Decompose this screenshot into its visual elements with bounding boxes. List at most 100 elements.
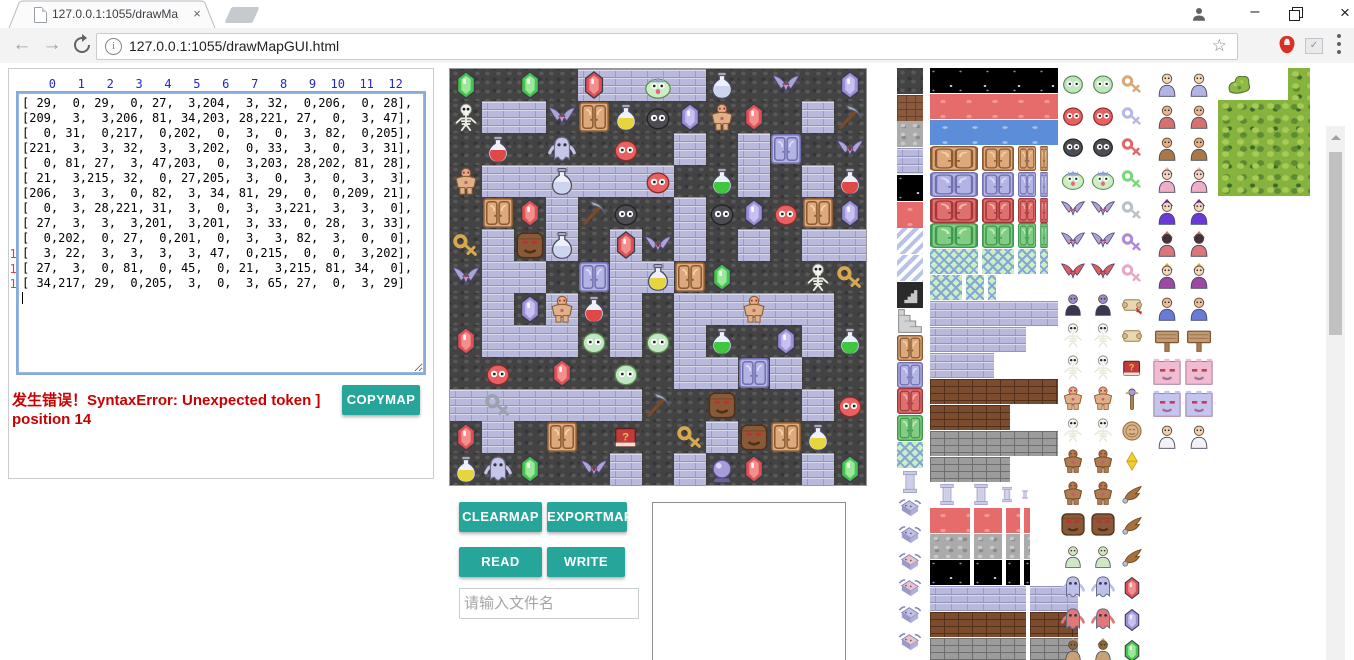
map-cell-green-gem[interactable] <box>450 69 482 101</box>
map-cell-lavender-brick[interactable] <box>802 325 834 357</box>
map-cell-purple-gem[interactable] <box>674 101 706 133</box>
map-cell-dark-stone[interactable] <box>674 389 706 421</box>
map-cell-green-potion[interactable] <box>706 165 738 197</box>
map-cell-dark-stone[interactable] <box>770 165 802 197</box>
tile-swatch-wall-pink[interactable] <box>1185 358 1213 386</box>
page-info-icon[interactable]: i <box>105 38 122 55</box>
map-cell-lavender-brick[interactable] <box>610 69 642 101</box>
map-cell-lavender-brick[interactable] <box>802 389 834 421</box>
map-cell-black-blob[interactable] <box>706 197 738 229</box>
tile-swatch-golem-brown[interactable] <box>1060 448 1086 474</box>
map-cell-yellow-potion[interactable] <box>802 421 834 453</box>
tile-swatch-stone-face[interactable] <box>1090 511 1116 537</box>
map-cell-lavender-brick[interactable] <box>610 453 642 485</box>
map-cell-green-potion[interactable] <box>834 325 866 357</box>
map-cell-skeleton[interactable] <box>450 101 482 133</box>
map-cell-black-blob[interactable] <box>610 197 642 229</box>
tile-swatch-platform-lavender[interactable] <box>897 522 923 548</box>
red-extension-icon[interactable] <box>1276 33 1298 57</box>
tile-swatch-lavender-cobble[interactable] <box>897 148 923 174</box>
map-cell-purple-gem[interactable] <box>738 197 770 229</box>
tile-swatch-door-red[interactable] <box>897 388 923 414</box>
map-cell-dark-stone[interactable] <box>642 133 674 165</box>
scroll-up-icon[interactable] <box>1331 135 1341 140</box>
map-cell-green-gem[interactable] <box>834 453 866 485</box>
tile-swatch-golem-brown[interactable] <box>1090 448 1116 474</box>
map-cell-dark-stone[interactable] <box>450 293 482 325</box>
tile-swatch-door-tan[interactable] <box>1040 146 1048 171</box>
map-cell-silver-key[interactable] <box>482 389 514 421</box>
map-cell-tan-golem[interactable] <box>706 101 738 133</box>
tile-swatch-door-tan[interactable] <box>930 146 978 171</box>
tile-swatch-vampire[interactable] <box>1090 291 1116 317</box>
map-cell-lavender-brick[interactable] <box>802 101 834 133</box>
tile-swatch-green-slime-small[interactable] <box>1090 70 1116 96</box>
map-cell-green-blob[interactable] <box>642 325 674 357</box>
map-cell-tan-door[interactable] <box>546 421 578 453</box>
tile-swatch-lavender-cobble[interactable] <box>930 353 994 378</box>
tile-swatch-star[interactable] <box>1120 450 1144 474</box>
map-cell-dark-stone[interactable] <box>738 69 770 101</box>
tile-swatch-wizard[interactable] <box>1153 198 1181 226</box>
tile-swatch-stairs-gray[interactable] <box>897 308 923 334</box>
map-cell-dark-stone[interactable] <box>482 69 514 101</box>
tile-swatch-black-slime[interactable] <box>1090 133 1116 159</box>
map-cell-purple-gem[interactable] <box>770 325 802 357</box>
tile-swatch-gray-brick[interactable] <box>930 431 1058 456</box>
tile-swatch-brown-dirt[interactable] <box>897 95 923 121</box>
map-cell-big-bat[interactable] <box>450 261 482 293</box>
map-cell-stone-face[interactable] <box>514 229 546 261</box>
map-cell-yellow-potion[interactable] <box>450 453 482 485</box>
map-canvas[interactable]: ? <box>449 68 867 486</box>
map-cell-red-blob[interactable] <box>482 357 514 389</box>
map-cell-lavender-brick[interactable] <box>610 389 642 421</box>
tile-swatch-stripes[interactable] <box>897 228 923 254</box>
tile-swatch-gem-red[interactable] <box>1120 576 1144 600</box>
tile-swatch-door-lavender[interactable] <box>1018 172 1036 197</box>
tile-swatch-red-ground[interactable] <box>974 508 1002 533</box>
address-bar[interactable]: i 127.0.0.1:1055/drawMapGUI.html ☆ <box>96 33 1238 60</box>
page-scrollbar[interactable] <box>1326 126 1345 660</box>
map-cell-lavender-brick[interactable] <box>482 101 514 133</box>
map-cell-dark-stone[interactable] <box>514 357 546 389</box>
tile-swatch-starfield[interactable] <box>930 560 970 585</box>
tile-swatch-wizard[interactable] <box>1185 198 1213 226</box>
map-cell-lavender-brick[interactable] <box>482 421 514 453</box>
scrollbar-thumb[interactable] <box>1329 152 1342 335</box>
tile-swatch-golem-sword[interactable] <box>1090 385 1116 411</box>
tile-swatch-reaper[interactable] <box>1153 230 1181 258</box>
tile-swatch-gray-stone[interactable] <box>930 534 970 559</box>
tile-swatch-gray-stone[interactable] <box>897 121 923 147</box>
tile-swatch-door-green[interactable] <box>897 415 923 441</box>
tile-swatch-green-slime-large[interactable] <box>1090 165 1116 191</box>
map-cell-lavender-brick[interactable] <box>674 69 706 101</box>
tile-swatch-lavender-cobble[interactable] <box>930 327 1026 352</box>
tile-swatch-door-red[interactable] <box>982 198 1014 223</box>
tile-swatch-brown-brick[interactable] <box>930 612 1026 637</box>
tile-swatch-brown-brick[interactable] <box>930 405 1010 430</box>
map-cell-dark-stone[interactable] <box>450 133 482 165</box>
map-cell-green-gem[interactable] <box>514 453 546 485</box>
map-cell-lavender-brick[interactable] <box>610 325 642 357</box>
map-cell-ghost[interactable] <box>546 133 578 165</box>
tile-swatch-bush[interactable] <box>1225 70 1252 97</box>
map-cell-gold-key[interactable] <box>834 261 866 293</box>
map-cell-lavender-brick[interactable] <box>738 229 770 261</box>
map-cell-dark-stone[interactable] <box>514 421 546 453</box>
tile-swatch-door-tan[interactable] <box>897 335 923 361</box>
minimize-button[interactable]: – <box>1240 0 1270 28</box>
tile-swatch-book-red[interactable]: ? <box>1120 356 1144 380</box>
tile-swatch-pillar[interactable] <box>998 482 1016 507</box>
map-cell-dark-stone[interactable] <box>738 261 770 293</box>
tile-swatch-skeleton-armor[interactable] <box>1060 417 1086 443</box>
map-cell-dark-stone[interactable] <box>802 357 834 389</box>
map-cell-black-blob[interactable] <box>642 101 674 133</box>
tile-swatch-princess[interactable] <box>1185 422 1213 450</box>
map-cell-dark-stone[interactable] <box>578 421 610 453</box>
map-cell-tan-golem[interactable] <box>546 293 578 325</box>
tile-swatch-key-tan[interactable] <box>1120 72 1144 96</box>
refresh-icon[interactable] <box>70 33 94 57</box>
tile-swatch-king[interactable] <box>1153 262 1181 290</box>
map-cell-lavender-brick[interactable] <box>674 357 706 389</box>
map-cell-dark-stone[interactable] <box>834 421 866 453</box>
